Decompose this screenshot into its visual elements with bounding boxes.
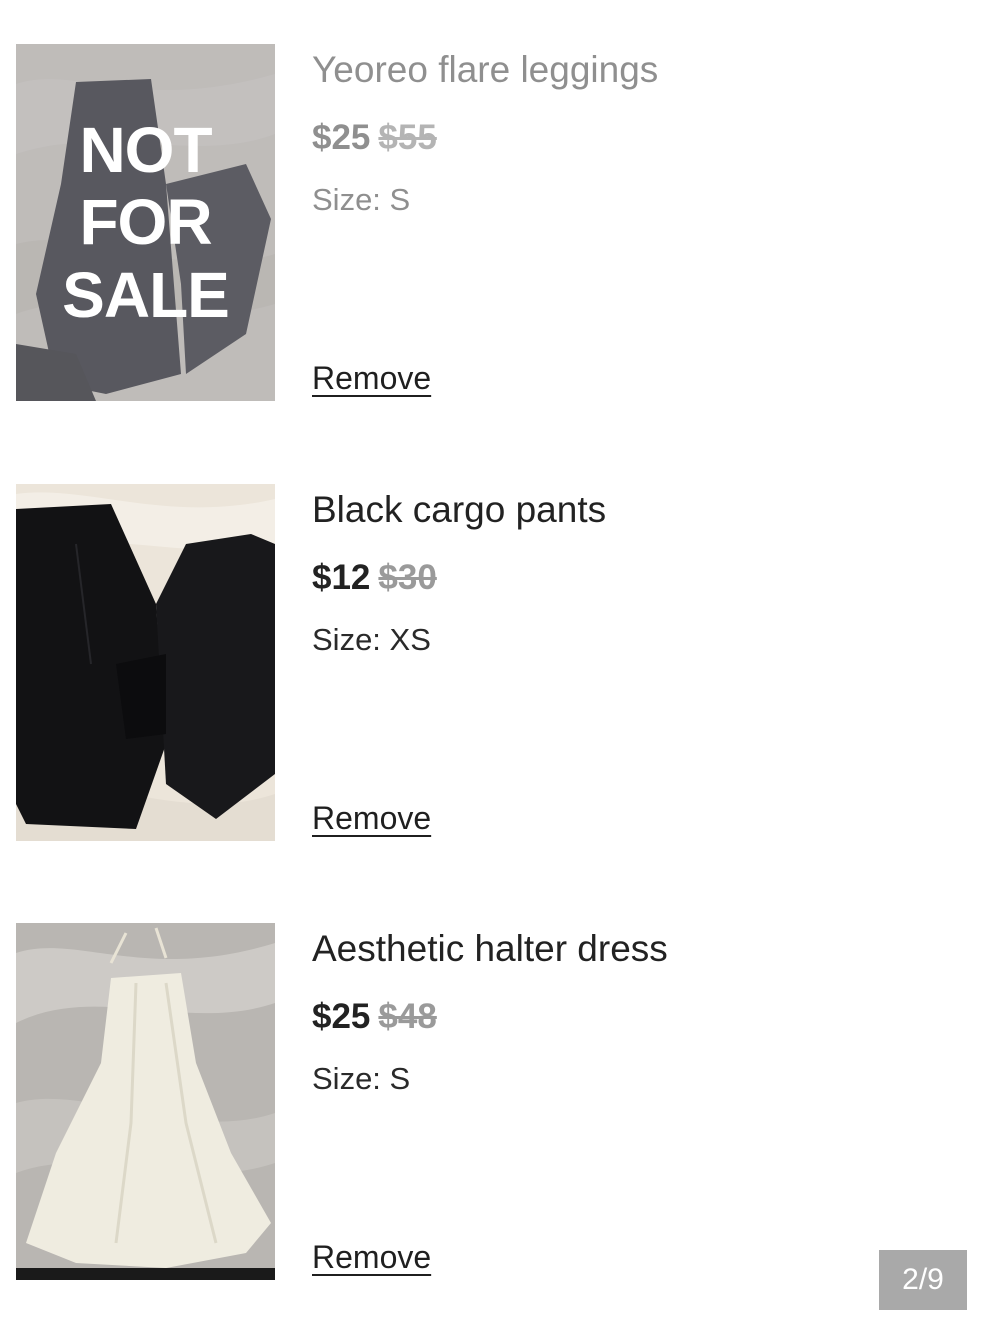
halter-dress-photo [16,923,275,1280]
product-image-halter-dress[interactable] [16,923,275,1280]
remove-button[interactable]: Remove [312,800,431,837]
product-image-cargo-pants[interactable] [16,484,275,841]
overlay-line: NOT [79,114,212,187]
original-price: $30 [378,558,437,597]
product-title[interactable]: Black cargo pants [312,489,606,531]
list-item: Black cargo pants $12 $30 Size: XS Remove [0,484,1000,844]
current-price: $12 [312,558,371,597]
remove-button[interactable]: Remove [312,360,431,397]
page-indicator: 2/9 [879,1250,967,1310]
current-price: $25 [312,997,371,1036]
product-size: Size: S [312,1061,411,1096]
price-row: $25 $55 [312,118,437,158]
product-title[interactable]: Aesthetic halter dress [312,928,668,970]
cargo-pants-photo [16,484,275,841]
product-size: Size: S [312,182,411,217]
product-image-leggings[interactable]: NOT FOR SALE [16,44,275,401]
overlay-line: SALE [62,258,230,331]
current-price: $25 [312,118,371,157]
overlay-line: FOR [79,186,212,259]
product-title[interactable]: Yeoreo flare leggings [312,49,658,91]
list-item: Aesthetic halter dress $25 $48 Size: S Re… [0,923,1000,1283]
not-for-sale-overlay: NOT FOR SALE [16,44,275,401]
price-row: $12 $30 [312,558,437,598]
list-item: NOT FOR SALE Yeoreo flare leggings $25 $5… [0,44,1000,404]
original-price: $55 [378,118,437,157]
remove-button[interactable]: Remove [312,1239,431,1276]
price-row: $25 $48 [312,997,437,1037]
original-price: $48 [378,997,437,1036]
product-size: Size: XS [312,622,431,657]
